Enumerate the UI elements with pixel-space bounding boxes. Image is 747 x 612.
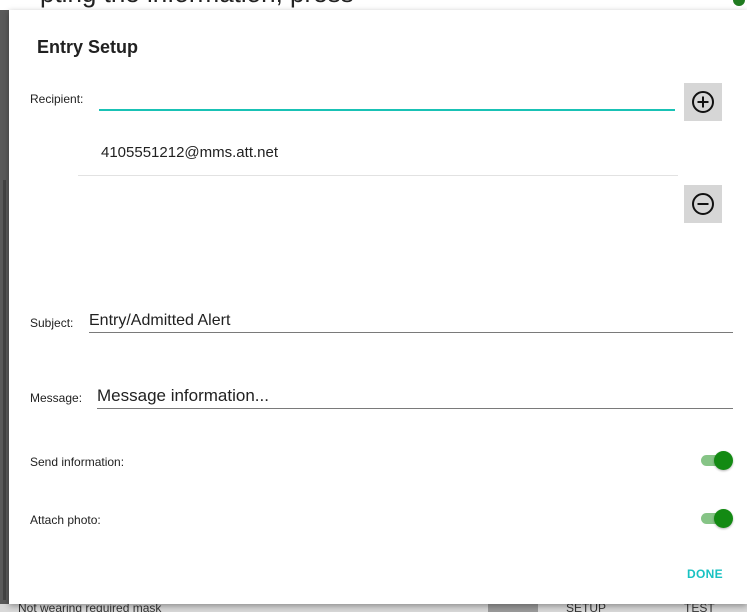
attach-photo-label: Attach photo: [30, 513, 101, 527]
message-field[interactable]: Message information... [97, 385, 733, 409]
recipient-label: Recipient: [30, 92, 84, 106]
recipient-list: 4105551212@mms.att.net [78, 130, 678, 176]
plus-circle-icon [691, 90, 715, 114]
background-footer: Not wearing required mask SETUP TEST [0, 604, 747, 612]
background-header: pting the information, press [0, 0, 747, 10]
recipient-list-item[interactable]: 4105551212@mms.att.net [101, 144, 278, 161]
subject-field[interactable]: Entry/Admitted Alert [89, 310, 733, 333]
entry-setup-dialog: Entry Setup Recipient: 4105551212@mms.at… [9, 10, 747, 604]
add-recipient-button[interactable] [684, 83, 722, 121]
recipient-input[interactable] [99, 85, 675, 111]
toggle-thumb [714, 509, 733, 528]
done-button[interactable]: DONE [687, 567, 723, 581]
toggle-thumb [714, 451, 733, 470]
dialog-title: Entry Setup [37, 37, 139, 57]
background-test-button: TEST [684, 604, 715, 612]
background-left-bar [3, 180, 6, 600]
background-setup-button: SETUP [566, 604, 607, 612]
remove-recipient-button[interactable] [684, 185, 722, 223]
background-header-text: pting the information, press [40, 0, 354, 9]
attach-photo-toggle[interactable] [699, 508, 733, 528]
send-information-label: Send information: [30, 455, 125, 469]
subject-label: Subject: [30, 316, 74, 330]
background-status-dot [733, 0, 745, 6]
minus-circle-icon [691, 192, 715, 216]
background-status-text: Not wearing required mask [18, 604, 162, 612]
send-information-toggle[interactable] [699, 450, 733, 470]
background-footer-button [488, 604, 538, 612]
message-label: Message: [30, 391, 83, 405]
